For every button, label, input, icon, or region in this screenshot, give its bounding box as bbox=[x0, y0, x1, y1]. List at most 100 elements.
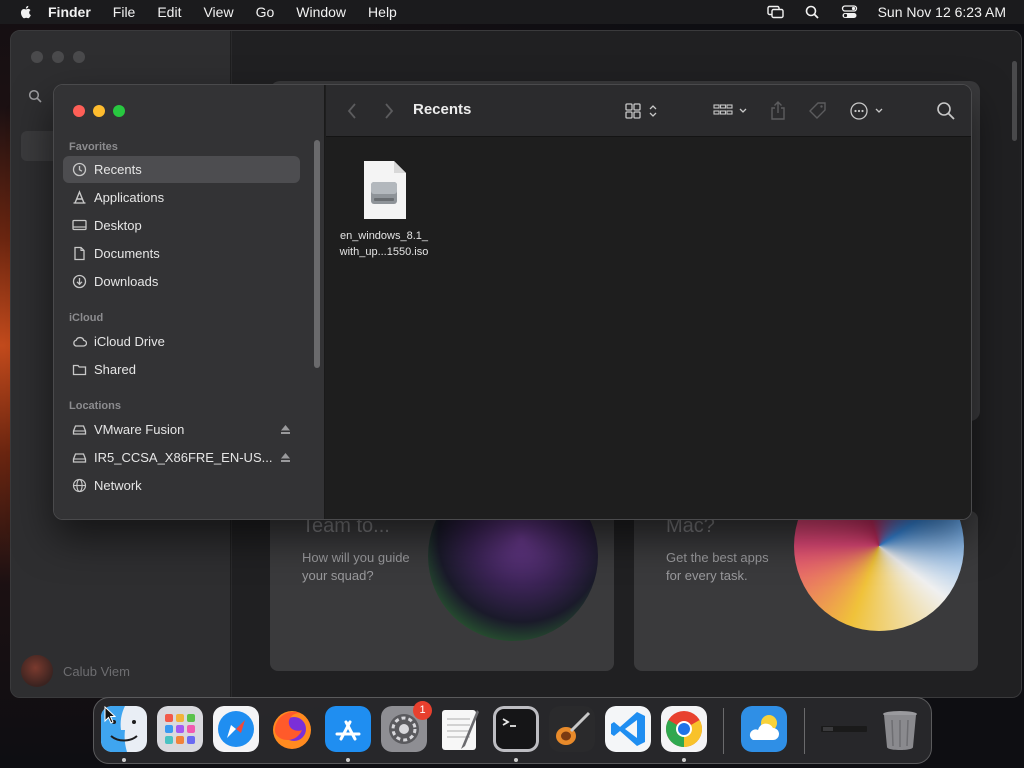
zoom-button[interactable] bbox=[113, 105, 125, 117]
search-icon bbox=[937, 102, 955, 120]
dock-app-launchpad[interactable] bbox=[157, 706, 203, 752]
view-mode-button[interactable] bbox=[625, 101, 661, 121]
sidebar-item-downloads[interactable]: Downloads bbox=[63, 268, 300, 295]
more-actions-button[interactable] bbox=[849, 101, 885, 121]
search-icon[interactable] bbox=[28, 89, 42, 103]
sidebar-item-label: Documents bbox=[94, 246, 160, 261]
chevron-left-icon bbox=[347, 103, 356, 119]
mouse-pointer-icon bbox=[104, 706, 116, 724]
finder-content-area[interactable]: en_windows_8.1_ with_up...1550.iso bbox=[326, 138, 971, 519]
group-icon bbox=[713, 104, 747, 115]
apple-icon[interactable] bbox=[18, 4, 34, 20]
file-item[interactable]: en_windows_8.1_ with_up...1550.iso bbox=[334, 160, 434, 260]
download-icon bbox=[72, 274, 87, 289]
document-icon bbox=[72, 246, 87, 261]
dock-app-firefox[interactable] bbox=[269, 706, 315, 752]
sidebar-heading-locations: Locations bbox=[69, 400, 121, 412]
running-indicator bbox=[514, 758, 518, 762]
menu-edit[interactable]: Edit bbox=[157, 4, 181, 20]
sidebar-item-applications[interactable]: Applications bbox=[63, 184, 300, 211]
share-button[interactable] bbox=[769, 101, 787, 121]
sidebar-item-label: Shared bbox=[94, 362, 136, 377]
finder-sidebar: Favorites Recents Applications Desktop D… bbox=[54, 85, 325, 519]
forward-button[interactable] bbox=[383, 101, 395, 121]
desktop-icon bbox=[72, 218, 87, 233]
dock-app-app-store[interactable] bbox=[325, 706, 371, 752]
minimized-window-icon bbox=[821, 726, 867, 732]
close-button[interactable] bbox=[73, 105, 85, 117]
window-title: Recents bbox=[413, 101, 472, 118]
ellipsis-circle-icon bbox=[850, 102, 883, 120]
bg-user-account[interactable]: Calub Viem bbox=[21, 655, 130, 687]
share-icon bbox=[771, 101, 785, 120]
dock-app-safari[interactable] bbox=[213, 706, 259, 752]
back-button[interactable] bbox=[346, 101, 358, 121]
search-button[interactable] bbox=[936, 101, 956, 121]
dock-app-trash[interactable] bbox=[877, 706, 923, 752]
trash-icon bbox=[883, 711, 917, 750]
dock-app-vscode[interactable] bbox=[605, 706, 651, 752]
sidebar-item-shared[interactable]: Shared bbox=[63, 356, 300, 383]
tag-icon bbox=[809, 102, 826, 119]
finder-toolbar: Recents bbox=[326, 85, 971, 137]
menu-help[interactable]: Help bbox=[368, 4, 397, 20]
shared-folder-icon bbox=[72, 362, 87, 377]
sidebar-item-desktop[interactable]: Desktop bbox=[63, 212, 300, 239]
sidebar-scrollbar[interactable] bbox=[314, 140, 320, 368]
terminal-icon bbox=[493, 706, 539, 752]
finder-window: Favorites Recents Applications Desktop D… bbox=[53, 84, 972, 520]
sidebar-item-vmware-fusion[interactable]: VMware Fusion bbox=[63, 416, 300, 443]
dock-app-chrome[interactable] bbox=[661, 706, 707, 752]
sidebar-item-documents[interactable]: Documents bbox=[63, 240, 300, 267]
tags-button[interactable] bbox=[808, 101, 828, 121]
window-controls bbox=[73, 105, 125, 117]
textedit-icon bbox=[442, 710, 479, 750]
control-center-icon[interactable] bbox=[841, 5, 858, 19]
card-artwork bbox=[794, 511, 964, 631]
bg-story-card[interactable]: Team to... How will you guide your squad… bbox=[270, 511, 614, 671]
eject-icon[interactable] bbox=[280, 424, 291, 435]
file-name-line: with_up...1550.iso bbox=[339, 246, 429, 258]
screen-mirroring-icon[interactable] bbox=[766, 5, 784, 19]
running-indicator bbox=[682, 758, 686, 762]
running-indicator bbox=[122, 758, 126, 762]
bg-story-card[interactable]: Mac? Get the best apps for every task. bbox=[634, 511, 978, 671]
spotlight-icon[interactable] bbox=[804, 5, 821, 19]
card-description: Get the best apps for every task. bbox=[666, 550, 769, 583]
sidebar-item-network[interactable]: Network bbox=[63, 472, 300, 499]
launchpad-icon bbox=[157, 706, 203, 752]
applications-icon bbox=[72, 190, 87, 205]
menu-app-finder[interactable]: Finder bbox=[48, 4, 91, 20]
minimize-button[interactable] bbox=[93, 105, 105, 117]
group-by-button[interactable] bbox=[713, 101, 749, 121]
dock-app-weather[interactable] bbox=[741, 706, 787, 752]
sidebar-item-icloud-drive[interactable]: iCloud Drive bbox=[63, 328, 300, 355]
menu-window[interactable]: Window bbox=[296, 4, 346, 20]
sidebar-item-iso-volume[interactable]: IR5_CCSA_X86FRE_EN-US... bbox=[63, 444, 300, 471]
eject-icon[interactable] bbox=[280, 452, 291, 463]
notification-badge: 1 bbox=[413, 701, 432, 720]
dock-minimized-window[interactable] bbox=[821, 706, 867, 752]
menu-view[interactable]: View bbox=[203, 4, 233, 20]
drive-icon bbox=[72, 422, 87, 437]
sidebar-item-label: VMware Fusion bbox=[94, 422, 185, 437]
drive-icon bbox=[72, 450, 87, 465]
sidebar-item-label: Recents bbox=[94, 162, 142, 177]
menu-go[interactable]: Go bbox=[256, 4, 275, 20]
menu-clock[interactable]: Sun Nov 12 6:23 AM bbox=[878, 4, 1006, 20]
running-indicator bbox=[346, 758, 350, 762]
menu-file[interactable]: File bbox=[113, 4, 136, 20]
bg-scrollbar[interactable] bbox=[1012, 61, 1017, 141]
dock-app-textedit[interactable] bbox=[437, 706, 483, 752]
sidebar-item-recents[interactable]: Recents bbox=[63, 156, 300, 183]
dock-separator bbox=[804, 708, 805, 754]
chrome-icon bbox=[661, 706, 707, 752]
dock-app-garageband[interactable] bbox=[549, 706, 595, 752]
dock-app-terminal[interactable] bbox=[493, 706, 539, 752]
disk-image-icon bbox=[364, 161, 406, 219]
cloud-icon bbox=[72, 334, 87, 349]
bg-window-controls bbox=[31, 51, 85, 63]
user-name: Calub Viem bbox=[63, 663, 130, 679]
sidebar-item-label: IR5_CCSA_X86FRE_EN-US... bbox=[94, 450, 273, 465]
sidebar-item-label: Desktop bbox=[94, 218, 142, 233]
